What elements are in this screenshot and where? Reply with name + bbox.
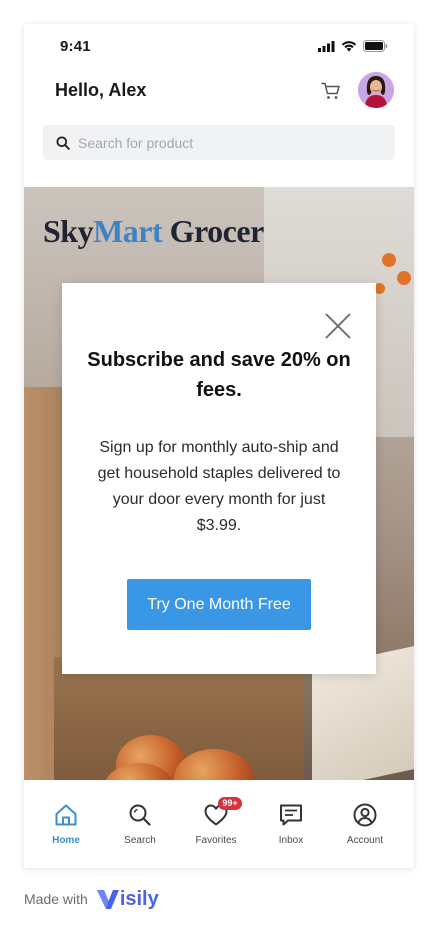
- hero-flower: [382, 253, 396, 267]
- brand-logo-mart: Mart: [93, 213, 163, 249]
- header: Hello, Alex: [24, 68, 414, 124]
- wifi-icon: [341, 41, 357, 52]
- brand-logo: SkyMart Grocer: [43, 213, 264, 250]
- heart-icon: 99+: [203, 797, 242, 828]
- status-bar: 9:41: [24, 24, 414, 68]
- tab-home[interactable]: Home: [31, 802, 101, 846]
- tab-label: Search: [124, 835, 156, 846]
- search-input[interactable]: [78, 134, 378, 151]
- tab-inbox[interactable]: Inbox: [256, 802, 326, 846]
- tab-label: Favorites: [195, 835, 237, 846]
- search-bar[interactable]: [43, 125, 395, 160]
- subscribe-modal: Subscribe and save 20% on fees. Sign up …: [62, 283, 376, 674]
- tab-label: Home: [52, 835, 80, 846]
- made-with-footer[interactable]: Made with isily: [24, 887, 159, 911]
- visily-wordmark: isily: [119, 887, 159, 910]
- greeting-title: Hello, Alex: [55, 80, 147, 100]
- modal-body: Sign up for monthly auto-ship and get ho…: [97, 439, 341, 534]
- tab-bar: Home Search 99+ Favorites Inbox Account: [24, 780, 414, 868]
- status-icons: [318, 40, 388, 52]
- brand-logo-sky: Sky: [43, 213, 94, 249]
- account-icon: [352, 802, 378, 828]
- search-icon: [56, 136, 70, 150]
- avatar[interactable]: [358, 72, 394, 108]
- close-icon: [325, 313, 351, 339]
- cellular-signal-icon: [318, 40, 335, 52]
- tab-account[interactable]: Account: [330, 802, 400, 846]
- modal-title: Subscribe and save 20% on fees.: [87, 349, 351, 401]
- hero-flower: [397, 271, 411, 285]
- tab-search[interactable]: Search: [105, 802, 175, 846]
- inbox-icon: [278, 802, 304, 828]
- favorites-badge: 99+: [218, 797, 242, 810]
- phone-frame: 9:41 Hello, Alex Search for product SkyM…: [24, 24, 414, 868]
- battery-icon: [363, 40, 388, 52]
- visily-v-icon: [96, 890, 119, 909]
- tab-label: Account: [346, 835, 384, 846]
- close-button[interactable]: [324, 312, 352, 340]
- tab-favorites[interactable]: 99+ Favorites: [181, 797, 251, 846]
- avatar-image: [358, 72, 394, 108]
- home-icon: [53, 802, 79, 828]
- search-icon: [127, 802, 153, 828]
- status-time: 9:41: [60, 38, 91, 55]
- tab-label: Inbox: [278, 835, 304, 846]
- made-with-text: Made with: [24, 891, 88, 907]
- brand-logo-grocer: Grocer: [162, 213, 265, 249]
- cart-icon: [321, 82, 340, 99]
- cart-button[interactable]: [320, 80, 342, 102]
- visily-logo: isily: [96, 887, 159, 911]
- try-free-button[interactable]: Try One Month Free: [127, 579, 311, 630]
